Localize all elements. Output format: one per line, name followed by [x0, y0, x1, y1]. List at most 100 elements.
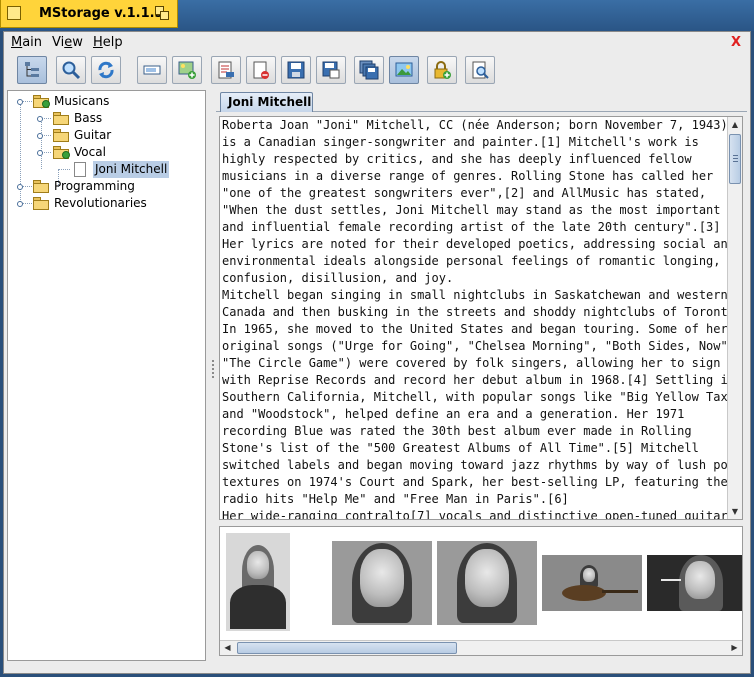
- text-line: with Reprise Records and record her debu…: [222, 373, 735, 387]
- image-view-icon: [395, 62, 413, 77]
- tree-node-guitar[interactable]: Guitar: [37, 127, 173, 144]
- save-as-button[interactable]: [316, 56, 346, 84]
- close-icon[interactable]: X: [731, 35, 741, 50]
- text-line: recording Blue was rated the 30th best a…: [222, 424, 692, 438]
- scroll-thumb[interactable]: [729, 134, 741, 184]
- menu-view[interactable]: View: [52, 35, 83, 50]
- text-line: confusion, disillusion, and joy.: [222, 271, 454, 285]
- add-image-icon: [178, 61, 196, 79]
- lock-add-button[interactable]: [427, 56, 457, 84]
- save-icon: [287, 61, 305, 79]
- image-thumbnail[interactable]: [542, 555, 642, 611]
- tree-node-bass[interactable]: Bass: [37, 110, 173, 127]
- expand-toggle-icon[interactable]: [17, 184, 23, 190]
- save-all-icon: [359, 60, 379, 80]
- text-line: and "Woodstock", helped define an era an…: [222, 407, 685, 421]
- tree-view-icon: [25, 62, 39, 77]
- text-line: original songs ("Urge for Going", "Chels…: [222, 339, 735, 353]
- refresh-icon: [98, 61, 114, 79]
- title-tab[interactable]: MStorage v.1.1.3: [0, 0, 178, 28]
- save-button[interactable]: [281, 56, 311, 84]
- folder-icon: [33, 197, 50, 210]
- menu-main[interactable]: Main: [11, 35, 42, 50]
- lock-add-icon: [434, 61, 451, 79]
- menu-view-label: View: [52, 35, 83, 50]
- text-line: radio hits "Help Me" and "Free Man in Pa…: [222, 492, 569, 506]
- image-strip: ◀ ▶: [219, 526, 743, 656]
- tab-joni-mitchell[interactable]: Joni Mitchell: [220, 92, 313, 112]
- main-window: Main View Help X Musicans Bass Guitar Vo…: [3, 31, 751, 674]
- tree-view-button[interactable]: [17, 56, 47, 84]
- text-line: Stone's list of the "500 Greatest Albums…: [222, 441, 699, 455]
- tree-label-selected: Joni Mitchell: [93, 161, 170, 178]
- expand-toggle-icon[interactable]: [37, 150, 43, 156]
- scroll-right-icon[interactable]: ▶: [727, 641, 742, 655]
- tree-label: Guitar: [74, 128, 112, 142]
- horizontal-scrollbar[interactable]: ◀ ▶: [220, 640, 742, 655]
- edit-note-button[interactable]: [211, 56, 241, 84]
- add-image-button[interactable]: [172, 56, 202, 84]
- expand-toggle-icon[interactable]: [17, 99, 23, 105]
- menu-bar: Main View Help X: [4, 32, 750, 53]
- folder-icon: [53, 112, 70, 125]
- document-icon: [74, 162, 86, 177]
- text-line: Roberta Joan "Joni" Mitchell, CC (née An…: [222, 118, 728, 132]
- app-icon: [7, 6, 21, 20]
- menu-help[interactable]: Help: [93, 35, 123, 50]
- expand-toggle-icon[interactable]: [17, 201, 23, 207]
- tree-panel: Musicans Bass Guitar Vocal Joni Mitchell…: [7, 90, 206, 661]
- text-line: is a Canadian singer-songwriter and pain…: [222, 135, 699, 149]
- tree-label: Musicans: [54, 94, 110, 108]
- tree-node-programming[interactable]: Programming: [17, 178, 183, 195]
- rename-button[interactable]: [137, 56, 167, 84]
- tree-node-musicans[interactable]: Musicans: [17, 93, 183, 110]
- search-icon: [62, 61, 81, 80]
- restore-icon[interactable]: [155, 6, 171, 22]
- tree-node-joni-mitchell[interactable]: Joni Mitchell: [74, 161, 194, 178]
- tab-bar: Joni Mitchell: [216, 90, 747, 112]
- image-view-button[interactable]: [389, 56, 419, 84]
- scroll-thumb[interactable]: [237, 642, 457, 654]
- delete-note-button[interactable]: [246, 56, 276, 84]
- text-line: "When the dust settles, Joni Mitchell ma…: [222, 203, 721, 217]
- image-thumbnail[interactable]: [647, 555, 742, 611]
- tree-label: Revolutionaries: [54, 196, 147, 210]
- image-thumbnail[interactable]: [226, 533, 290, 631]
- search-button[interactable]: [56, 56, 86, 84]
- vertical-scrollbar[interactable]: ▲ ▼: [727, 117, 742, 519]
- split-divider[interactable]: [210, 90, 216, 661]
- text-line: textures on 1974's Court and Spark, her …: [222, 475, 728, 489]
- text-line: switched labels and began moving toward …: [222, 458, 735, 472]
- delete-note-icon: [253, 61, 269, 79]
- expand-toggle-icon[interactable]: [37, 133, 43, 139]
- scroll-down-icon[interactable]: ▼: [728, 504, 742, 519]
- folder-icon: [53, 129, 70, 142]
- text-line: In 1965, she moved to the United States …: [222, 322, 728, 336]
- image-thumbnail[interactable]: [437, 541, 537, 625]
- folder-open-icon: [53, 146, 70, 159]
- refresh-button[interactable]: [91, 56, 121, 84]
- text-line: musicians in a diverse range of genres. …: [222, 169, 714, 183]
- title-bar: MStorage v.1.1.3: [0, 0, 754, 31]
- folder-icon: [33, 180, 50, 193]
- tree-label: Bass: [74, 111, 103, 125]
- text-line: highly respected by critics, and she has…: [222, 152, 692, 166]
- scroll-left-icon[interactable]: ◀: [220, 641, 235, 655]
- toolbar: [4, 54, 750, 86]
- text-line: Her lyrics are noted for their developed…: [222, 237, 735, 251]
- folder-open-icon: [33, 95, 50, 108]
- scroll-up-icon[interactable]: ▲: [728, 117, 742, 132]
- tree-node-vocal[interactable]: Vocal: [37, 144, 173, 161]
- image-thumbnail[interactable]: [332, 541, 432, 625]
- tree-label: Vocal: [74, 145, 106, 159]
- preview-button[interactable]: [465, 56, 495, 84]
- window-title: MStorage v.1.1.3: [39, 6, 164, 21]
- note-text: Roberta Joan "Joni" Mitchell, CC (née An…: [222, 117, 742, 520]
- save-all-button[interactable]: [354, 56, 384, 84]
- edit-note-icon: [218, 61, 234, 79]
- text-line: Her wide-ranging contralto[7] vocals and…: [222, 509, 728, 520]
- text-line: and influential female recording artist …: [222, 220, 721, 234]
- tree-node-revolutionaries[interactable]: Revolutionaries: [17, 195, 183, 212]
- note-text-area[interactable]: Roberta Joan "Joni" Mitchell, CC (née An…: [219, 116, 743, 520]
- expand-toggle-icon[interactable]: [37, 116, 43, 122]
